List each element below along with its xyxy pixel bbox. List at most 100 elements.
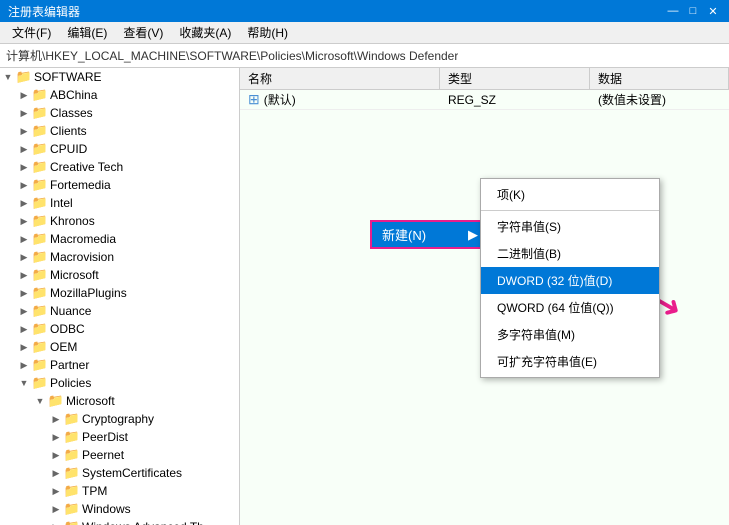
table-row[interactable]: ⊞ (默认) REG_SZ (数值未设置) xyxy=(240,90,729,110)
tree-label-windows-advanced: Windows Advanced Th... xyxy=(82,520,214,525)
menu-edit[interactable]: 编辑(E) xyxy=(59,22,115,43)
tree-item-macrovision[interactable]: ▶📁Macrovision xyxy=(0,248,239,266)
folder-icon-systemcerts: 📁 xyxy=(64,465,80,481)
tree-label-intel: Intel xyxy=(50,196,73,210)
tree-item-cpuid[interactable]: ▶📁CPUID xyxy=(0,140,239,158)
new-menu-arrow: ▶ xyxy=(468,227,478,243)
tree-label-clients: Clients xyxy=(50,124,87,138)
title-bar: 注册表编辑器 — □ ✕ xyxy=(0,0,729,22)
tree-toggle-pol-microsoft[interactable]: ▼ xyxy=(32,393,48,409)
tree-toggle-peerdist[interactable]: ▶ xyxy=(48,429,64,445)
tree-toggle-macrovision[interactable]: ▶ xyxy=(16,249,32,265)
tree-toggle-partner[interactable]: ▶ xyxy=(16,357,32,373)
tree-item-software[interactable]: ▼📁SOFTWARE xyxy=(0,68,239,86)
tree-toggle-software[interactable]: ▼ xyxy=(0,69,16,85)
tree-item-partner[interactable]: ▶📁Partner xyxy=(0,356,239,374)
tree-toggle-cpuid[interactable]: ▶ xyxy=(16,141,32,157)
submenu-qword-label: QWORD (64 位值(Q)) xyxy=(497,299,614,316)
arrow-2-icon: ➜ xyxy=(647,282,689,328)
tree-toggle-nuance[interactable]: ▶ xyxy=(16,303,32,319)
tree-item-mozillaplugins[interactable]: ▶📁MozillaPlugins xyxy=(0,284,239,302)
tree-item-fortemedia[interactable]: ▶📁Fortemedia xyxy=(0,176,239,194)
new-menu-button[interactable]: 新建(N) ▶ xyxy=(370,220,490,249)
tree-label-odbc: ODBC xyxy=(50,322,85,336)
submenu-item-binary[interactable]: 二进制值(B) xyxy=(481,240,659,267)
submenu-item-qword[interactable]: QWORD (64 位值(Q)) xyxy=(481,294,659,321)
close-button[interactable]: ✕ xyxy=(705,3,721,19)
submenu-item-string[interactable]: 字符串值(S) xyxy=(481,213,659,240)
tree-toggle-cryptography[interactable]: ▶ xyxy=(48,411,64,427)
tree-toggle-fortemedia[interactable]: ▶ xyxy=(16,177,32,193)
tree-item-systemcerts[interactable]: ▶📁SystemCertificates xyxy=(0,464,239,482)
tree-toggle-mozillaplugins[interactable]: ▶ xyxy=(16,285,32,301)
tree-toggle-windows[interactable]: ▶ xyxy=(48,501,64,517)
tree-item-nuance[interactable]: ▶📁Nuance xyxy=(0,302,239,320)
menu-view[interactable]: 查看(V) xyxy=(115,22,171,43)
tree-item-clients[interactable]: ▶📁Clients xyxy=(0,122,239,140)
tree-toggle-abchina[interactable]: ▶ xyxy=(16,87,32,103)
tree-toggle-odbc[interactable]: ▶ xyxy=(16,321,32,337)
tree-item-pol-microsoft[interactable]: ▼📁Microsoft xyxy=(0,392,239,410)
folder-icon-mozillaplugins: 📁 xyxy=(32,285,48,301)
context-submenu: 项(K) 字符串值(S) 二进制值(B) DWORD (32 位)值(D) QW… xyxy=(480,178,660,378)
tree-toggle-oem[interactable]: ▶ xyxy=(16,339,32,355)
submenu-item-dword[interactable]: DWORD (32 位)值(D) xyxy=(481,267,659,294)
tree-label-peernet: Peernet xyxy=(82,448,124,462)
main-area: ▼📁SOFTWARE▶📁ABChina▶📁Classes▶📁Clients▶📁C… xyxy=(0,68,729,525)
maximize-button[interactable]: □ xyxy=(685,3,701,19)
tree-toggle-khronos[interactable]: ▶ xyxy=(16,213,32,229)
tree-item-policies[interactable]: ▼📁Policies xyxy=(0,374,239,392)
tree-item-odbc[interactable]: ▶📁ODBC xyxy=(0,320,239,338)
tree-item-windows[interactable]: ▶📁Windows xyxy=(0,500,239,518)
folder-icon-peerdist: 📁 xyxy=(64,429,80,445)
context-overlay: ➜ 新建(N) ▶ ➜ 项(K) 字符串值(S) 二进制值(B) xyxy=(240,68,729,525)
tree-toggle-creativetech[interactable]: ▶ xyxy=(16,159,32,175)
submenu-item-xiang[interactable]: 项(K) xyxy=(481,181,659,208)
tree-item-classes[interactable]: ▶📁Classes xyxy=(0,104,239,122)
tree-item-macromedia[interactable]: ▶📁Macromedia xyxy=(0,230,239,248)
folder-icon-cryptography: 📁 xyxy=(64,411,80,427)
submenu-expandstring-label: 可扩充字符串值(E) xyxy=(497,353,597,370)
menu-favorites[interactable]: 收藏夹(A) xyxy=(171,22,239,43)
title-bar-title: 注册表编辑器 xyxy=(8,3,80,20)
folder-icon-intel: 📁 xyxy=(32,195,48,211)
tree-toggle-clients[interactable]: ▶ xyxy=(16,123,32,139)
tree-panel[interactable]: ▼📁SOFTWARE▶📁ABChina▶📁Classes▶📁Clients▶📁C… xyxy=(0,68,240,525)
menu-file[interactable]: 文件(F) xyxy=(4,22,59,43)
tree-toggle-macromedia[interactable]: ▶ xyxy=(16,231,32,247)
td-type: REG_SZ xyxy=(440,92,590,108)
tree-toggle-microsoft[interactable]: ▶ xyxy=(16,267,32,283)
folder-icon-tpm: 📁 xyxy=(64,483,80,499)
new-menu-label: 新建(N) xyxy=(382,225,426,244)
tree-item-peernet[interactable]: ▶📁Peernet xyxy=(0,446,239,464)
minimize-button[interactable]: — xyxy=(665,3,681,19)
tree-item-khronos[interactable]: ▶📁Khronos xyxy=(0,212,239,230)
submenu-item-expandstring[interactable]: 可扩充字符串值(E) xyxy=(481,348,659,375)
tree-item-tpm[interactable]: ▶📁TPM xyxy=(0,482,239,500)
tree-toggle-tpm[interactable]: ▶ xyxy=(48,483,64,499)
tree-item-creativetech[interactable]: ▶📁Creative Tech xyxy=(0,158,239,176)
tree-toggle-windows-advanced[interactable]: ▶ xyxy=(48,519,64,525)
tree-item-windows-advanced[interactable]: ▶📁Windows Advanced Th... xyxy=(0,518,239,525)
tree-toggle-classes[interactable]: ▶ xyxy=(16,105,32,121)
menu-help[interactable]: 帮助(H) xyxy=(239,22,296,43)
tree-item-microsoft[interactable]: ▶📁Microsoft xyxy=(0,266,239,284)
tree-label-systemcerts: SystemCertificates xyxy=(82,466,182,480)
tree-toggle-intel[interactable]: ▶ xyxy=(16,195,32,211)
tree-item-oem[interactable]: ▶📁OEM xyxy=(0,338,239,356)
tree-toggle-peernet[interactable]: ▶ xyxy=(48,447,64,463)
tree-label-macrovision: Macrovision xyxy=(50,250,114,264)
tree-toggle-policies[interactable]: ▼ xyxy=(16,375,32,391)
tree-label-fortemedia: Fortemedia xyxy=(50,178,111,192)
col-header-type: 类型 xyxy=(440,68,590,89)
tree-item-abchina[interactable]: ▶📁ABChina xyxy=(0,86,239,104)
tree-item-peerdist[interactable]: ▶📁PeerDist xyxy=(0,428,239,446)
tree-toggle-systemcerts[interactable]: ▶ xyxy=(48,465,64,481)
tree-item-cryptography[interactable]: ▶📁Cryptography xyxy=(0,410,239,428)
submenu-xiang-label: 项(K) xyxy=(497,186,525,203)
folder-icon-partner: 📁 xyxy=(32,357,48,373)
submenu-dword-label: DWORD (32 位)值(D) xyxy=(497,272,612,289)
tree-item-intel[interactable]: ▶📁Intel xyxy=(0,194,239,212)
submenu-separator-1 xyxy=(481,210,659,211)
submenu-item-multistring[interactable]: 多字符串值(M) xyxy=(481,321,659,348)
